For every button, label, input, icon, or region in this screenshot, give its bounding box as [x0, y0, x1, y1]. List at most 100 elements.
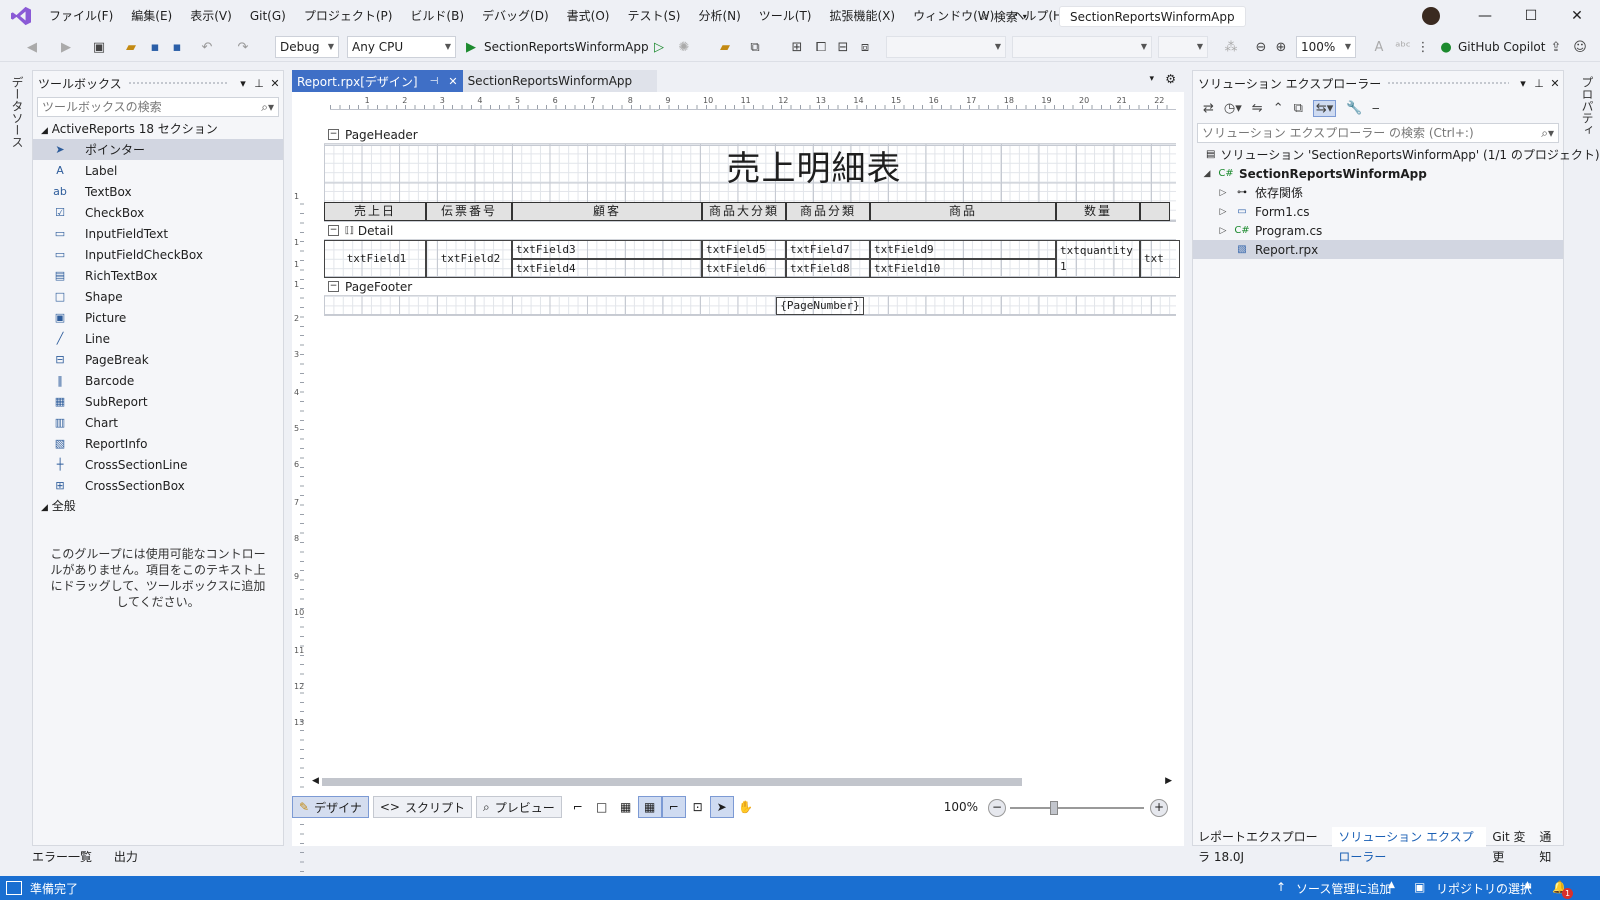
close-icon[interactable]: ✕: [1547, 77, 1563, 90]
close-icon[interactable]: ✕: [448, 75, 457, 88]
zoom-plus-icon[interactable]: +: [1150, 799, 1168, 817]
section-pageheader-bar[interactable]: − PageHeader: [324, 126, 1176, 144]
solution-search-input[interactable]: ソリューション エクスプローラー の検索 (Ctrl+:) ⌕▾: [1197, 123, 1559, 143]
zoom-in-icon[interactable]: ⊕: [1272, 37, 1290, 57]
save-icon[interactable]: ▪: [146, 37, 164, 57]
detail-field-txtfield7[interactable]: txtField7: [786, 240, 870, 259]
menu-item-7[interactable]: 書式(O): [558, 0, 619, 32]
configuration-dropdown[interactable]: Debug ▼: [275, 36, 339, 58]
forward-icon[interactable]: ▶: [58, 37, 74, 57]
column-header[interactable]: 商品: [870, 202, 1056, 221]
run-icon[interactable]: ▶: [464, 37, 478, 57]
toolbox-item-inputfieldcheckbox[interactable]: ▭ InputFieldCheckBox: [33, 244, 283, 265]
page-number-field[interactable]: {PageNumber}: [776, 297, 864, 315]
tab-report-design[interactable]: Report.rpx[デザイン] ⊣ ✕: [292, 70, 463, 92]
toolbox-item-crosssectionline[interactable]: ┼ CrossSectionLine: [33, 454, 283, 475]
detail-field-txtfield8[interactable]: txtField8: [786, 259, 870, 278]
column-header[interactable]: 売上日: [324, 202, 426, 221]
run-target-button[interactable]: SectionReportsWinformApp: [484, 37, 649, 57]
detail-field-txtquantity1[interactable]: txtquantity1: [1056, 240, 1140, 278]
toolbox-item-reportinfo[interactable]: ▧ ReportInfo: [33, 433, 283, 454]
column-header[interactable]: 商品分類: [786, 202, 870, 221]
menu-item-3[interactable]: Git(G): [241, 0, 295, 32]
script-tab-button[interactable]: <> スクリプト: [372, 796, 472, 818]
detail-field-txtfield2[interactable]: txtField2: [426, 240, 512, 278]
search-box[interactable]: ⌕ 検索 ▾: [982, 0, 1027, 32]
zoom-minus-icon[interactable]: −: [988, 799, 1006, 817]
send-back-icon[interactable]: ⧈: [856, 37, 874, 57]
tree-item-form1[interactable]: ▷ ▭ Form1.cs: [1193, 202, 1563, 221]
hand-pan-icon[interactable]: ✋: [734, 796, 758, 818]
section-pageheader[interactable]: 売上明細表 売上日 伝票番号 顧客 商品大分類 商品分類 商品 数量: [324, 144, 1176, 222]
tree-item-dependencies[interactable]: ▷ ⊶ 依存関係: [1193, 183, 1563, 202]
toolbox-item-subreport[interactable]: ▦ SubReport: [33, 391, 283, 412]
select-repository[interactable]: リポジトリの選択: [1436, 880, 1532, 897]
switch-views-icon[interactable]: ⇄: [1203, 101, 1214, 116]
close-button[interactable]: ✕: [1554, 0, 1600, 32]
maximize-button[interactable]: ☐: [1508, 0, 1554, 32]
tree-item-report[interactable]: ▧ Report.rpx: [1193, 240, 1563, 259]
column-header[interactable]: [1140, 202, 1170, 221]
show-all-files-icon[interactable]: ⇆▾: [1312, 99, 1337, 117]
properties-wrench-icon[interactable]: 🔧: [1346, 101, 1362, 116]
copilot-icon[interactable]: ●: [1438, 37, 1454, 57]
detail-field-txtfield10[interactable]: txtField10: [870, 259, 1056, 278]
toolbox-item-barcode[interactable]: ‖ Barcode: [33, 370, 283, 391]
column-header[interactable]: 顧客: [512, 202, 702, 221]
snap-grid-icon[interactable]: ⁂: [1222, 37, 1240, 57]
column-header[interactable]: 数量: [1056, 202, 1140, 221]
collapse-icon[interactable]: −: [328, 129, 339, 140]
detail-field-txt[interactable]: txt: [1140, 240, 1180, 278]
tab-report-explorer[interactable]: レポートエクスプローラ 18.0J: [1192, 827, 1332, 864]
detail-field-txtfield6[interactable]: txtField6: [702, 259, 786, 278]
preview-tab-button[interactable]: ⌕ プレビュー: [475, 796, 562, 818]
collapsed-icon[interactable]: ▷: [1217, 188, 1229, 198]
tab-notifications[interactable]: 通知: [1533, 827, 1564, 864]
toolbox-item-line[interactable]: ╱ Line: [33, 328, 283, 349]
menu-item-5[interactable]: ビルド(B): [401, 0, 473, 32]
menu-item-6[interactable]: デバッグ(D): [473, 0, 558, 32]
tab-project[interactable]: SectionReportsWinformApp: [462, 70, 657, 92]
toolbox-item-picture[interactable]: ▣ Picture: [33, 307, 283, 328]
ruler-icon[interactable]: ⌐: [661, 796, 686, 818]
avatar[interactable]: [1422, 7, 1440, 25]
share-icon[interactable]: ⇪: [1548, 37, 1564, 57]
format-icon[interactable]: ⊞: [788, 37, 806, 57]
properties-tab[interactable]: プロパティ: [1579, 76, 1596, 136]
toolbox-item-label[interactable]: A Label: [33, 160, 283, 181]
designer-tab-button[interactable]: ✎ デザイナ: [292, 796, 369, 818]
tab-git-changes[interactable]: Git 変更: [1486, 827, 1533, 864]
toolbox-item-pagebreak[interactable]: ⊟ PageBreak: [33, 349, 283, 370]
pin-icon[interactable]: ⊥: [251, 77, 267, 90]
menu-item-4[interactable]: プロジェクト(P): [295, 0, 402, 32]
section-detail[interactable]: txtField1 txtField2 txtField3 txtField4 txtF…: [324, 240, 1180, 278]
preview-icon[interactable]: ⎯: [1373, 101, 1380, 116]
detail-field-txtfield9[interactable]: txtField9: [870, 240, 1056, 259]
undo-icon[interactable]: ↶: [198, 37, 216, 57]
toolbox-item-checkbox[interactable]: ☑ CheckBox: [33, 202, 283, 223]
layout-icon[interactable]: ⧉: [746, 37, 764, 57]
horizontal-scrollbar[interactable]: ◀ ▶: [312, 776, 1172, 788]
pin-icon[interactable]: ⊣: [430, 76, 439, 87]
column-header[interactable]: 商品大分類: [702, 202, 786, 221]
tab-error-list[interactable]: エラー一覧: [32, 850, 92, 864]
toolbox-item-textbox[interactable]: ab TextBox: [33, 181, 283, 202]
new-project-icon[interactable]: ▣: [90, 37, 108, 57]
tab-solution-explorer[interactable]: ソリューション エクスプローラー: [1332, 827, 1487, 864]
toolbox-group-activereports[interactable]: ◢ ActiveReports 18 セクション: [33, 119, 283, 139]
font-color-icon[interactable]: A: [1370, 37, 1388, 57]
zoom-dropdown[interactable]: 100% ▼: [1296, 36, 1356, 58]
toolbox-item-shape[interactable]: □ Shape: [33, 286, 283, 307]
tab-list-icon[interactable]: ▾: [1149, 74, 1154, 84]
collapsed-icon[interactable]: ▷: [1217, 207, 1229, 217]
dropdown-icon[interactable]: ▾: [1515, 77, 1531, 90]
single-layout-icon[interactable]: □: [590, 796, 614, 818]
history-icon[interactable]: ◷▾: [1224, 101, 1242, 116]
data-source-tab[interactable]: データソース: [9, 76, 26, 148]
back-icon[interactable]: ◀: [24, 37, 40, 57]
menu-item-10[interactable]: ツール(T): [750, 0, 821, 32]
minimize-button[interactable]: —: [1462, 0, 1508, 32]
menu-item-0[interactable]: ファイル(F): [40, 0, 122, 32]
tree-project[interactable]: ◢ C# SectionReportsWinformApp: [1193, 164, 1563, 183]
tab-output[interactable]: 出力: [114, 850, 138, 864]
